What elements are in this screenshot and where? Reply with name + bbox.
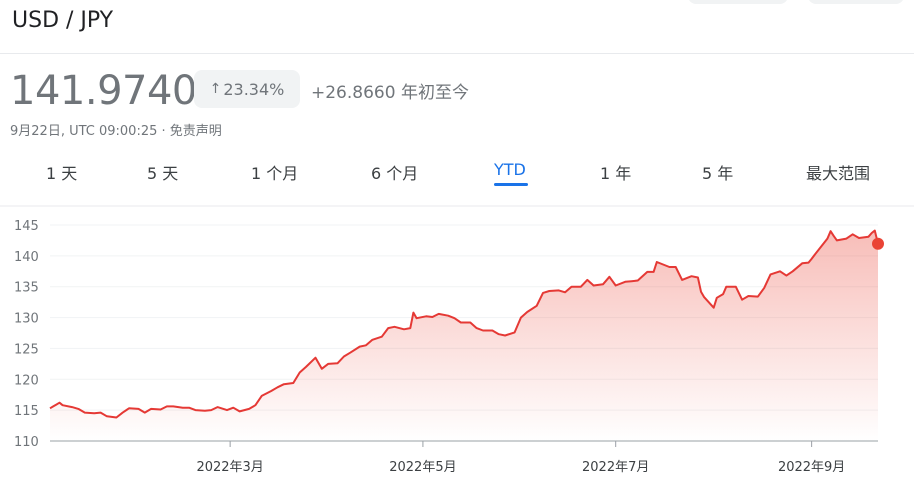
tab-5d[interactable]: 5 天 — [147, 160, 178, 184]
price-chart[interactable]: 110 115 120 125 130 135 140 145 2022年3月 2022年5月 20… — [0, 205, 914, 493]
x-tick-label: 2022年3月 — [196, 460, 263, 475]
y-tick-label: 140 — [14, 250, 39, 265]
tab-max[interactable]: 最大范围 — [806, 160, 870, 184]
y-tick-label: 115 — [14, 404, 39, 419]
currency-quote-panel: USD / JPY 141.9740 ↑ 23.34% +26.8660 年初至… — [0, 0, 914, 493]
currency-pair-title: USD / JPY — [12, 8, 114, 33]
current-price: 141.9740 — [10, 68, 197, 114]
price-area-fill — [50, 230, 878, 441]
tab-1m[interactable]: 1 个月 — [251, 160, 298, 184]
top-button-partial[interactable] — [688, 0, 788, 4]
x-tick-label: 2022年5月 — [389, 460, 456, 475]
y-tick-label: 145 — [14, 219, 39, 234]
time-range-tabs: 1 天 5 天 1 个月 6 个月 YTD 1 年 5 年 最大范围 — [0, 160, 914, 196]
active-tab-indicator — [494, 183, 528, 186]
top-button-partial-2[interactable] — [808, 0, 904, 4]
x-tick-label: 2022年9月 — [778, 460, 845, 475]
tab-1y[interactable]: 1 年 — [600, 160, 631, 184]
change-percent-value: 23.34% — [223, 79, 285, 99]
tab-6m[interactable]: 6 个月 — [371, 160, 418, 184]
tab-5y[interactable]: 5 年 — [702, 160, 733, 184]
x-tick-label: 2022年7月 — [582, 460, 649, 475]
last-price-point — [872, 237, 884, 250]
y-tick-label: 125 — [14, 342, 39, 357]
title-divider — [0, 53, 914, 54]
quote-timestamp: 9月22日, UTC 09:00:25 · 免责声明 — [10, 124, 222, 139]
y-tick-label: 110 — [14, 435, 39, 450]
arrow-up-icon: ↑ — [209, 81, 222, 97]
tab-1d[interactable]: 1 天 — [46, 160, 77, 184]
y-tick-label: 130 — [14, 312, 39, 327]
change-percent-badge: ↑ 23.34% — [194, 70, 300, 108]
tab-ytd[interactable]: YTD — [494, 160, 526, 179]
change-absolute: +26.8660 年初至今 — [311, 83, 469, 103]
y-tick-label: 135 — [14, 281, 39, 296]
y-tick-label: 120 — [14, 373, 39, 388]
